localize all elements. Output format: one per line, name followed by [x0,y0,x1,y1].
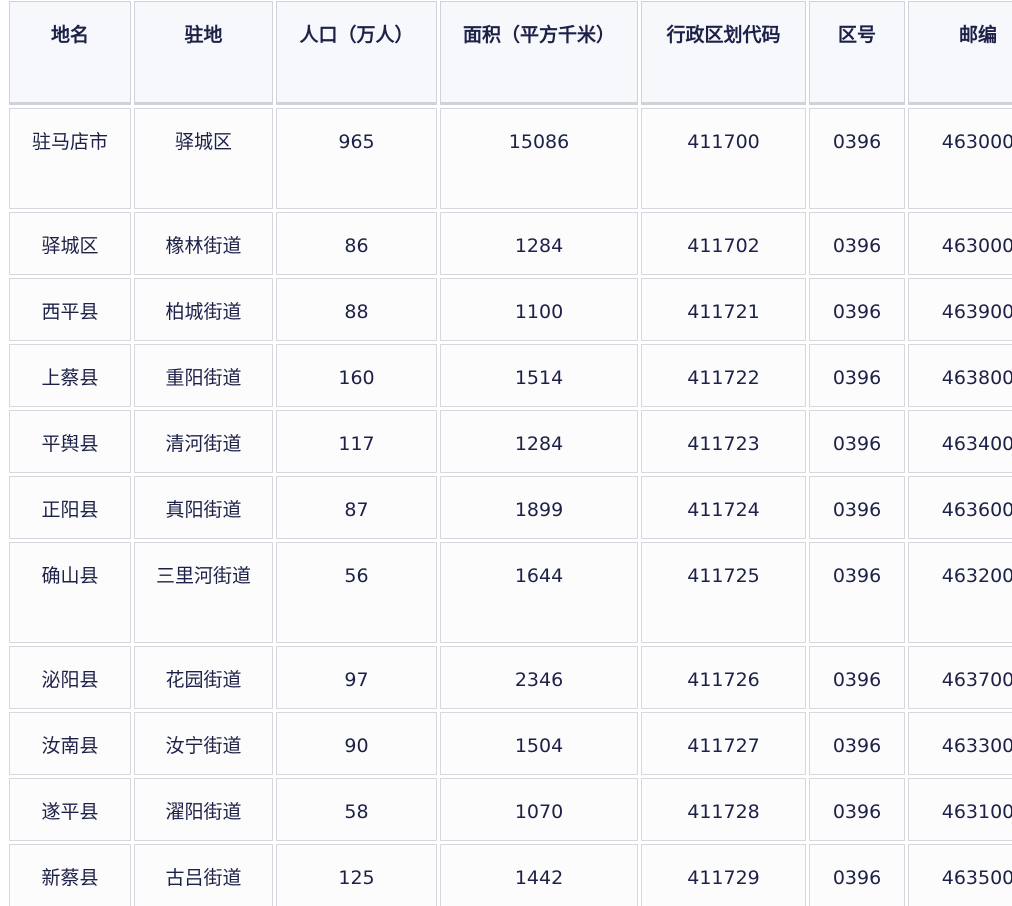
cell-population: 965 [276,108,437,209]
cell-postcode: 463600 [908,476,1012,539]
cell-population: 88 [276,278,437,341]
cell-population: 90 [276,712,437,775]
cell-seat: 三里河街道 [134,542,273,643]
table-row: 平舆县 清河街道 117 1284 411723 0396 463400 [9,410,1012,473]
table-row: 驿城区 橡林街道 86 1284 411702 0396 463000 [9,212,1012,275]
cell-seat: 真阳街道 [134,476,273,539]
data-table-container: 地名 驻地 人口（万人） 面积（平方千米） 行政区划代码 区号 邮编 驻马店市驿… [0,0,1012,906]
cell-division-code: 411724 [641,476,806,539]
cell-seat: 古吕街道 [134,844,273,906]
cell-area: 1644 [440,542,638,643]
header-area-code[interactable]: 区号 [809,1,905,105]
cell-area: 1070 [440,778,638,841]
cell-area: 1100 [440,278,638,341]
header-area[interactable]: 面积（平方千米） [440,1,638,105]
cell-area-code: 0396 [809,344,905,407]
cell-place-name: 西平县 [9,278,131,341]
cell-seat: 重阳街道 [134,344,273,407]
header-seat[interactable]: 驻地 [134,1,273,105]
table-row: 正阳县 真阳街道 87 1899 411724 0396 463600 [9,476,1012,539]
cell-seat: 濯阳街道 [134,778,273,841]
cell-seat: 橡林街道 [134,212,273,275]
cell-division-code: 411721 [641,278,806,341]
table-row: 西平县 柏城街道 88 1100 411721 0396 463900 [9,278,1012,341]
header-place-name[interactable]: 地名 [9,1,131,105]
cell-place-name: 驻马店市 [9,108,131,209]
cell-seat: 驿城区 [134,108,273,209]
cell-postcode: 463000 [908,212,1012,275]
cell-area: 2346 [440,646,638,709]
cell-division-code: 411700 [641,108,806,209]
table-row: 遂平县 濯阳街道 58 1070 411728 0396 463100 [9,778,1012,841]
cell-area: 1284 [440,410,638,473]
cell-division-code: 411702 [641,212,806,275]
cell-area-code: 0396 [809,778,905,841]
cell-division-code: 411728 [641,778,806,841]
table-row: 上蔡县 重阳街道 160 1514 411722 0396 463800 [9,344,1012,407]
cell-area: 1504 [440,712,638,775]
cell-postcode: 463500 [908,844,1012,906]
cell-population: 87 [276,476,437,539]
cell-area: 1514 [440,344,638,407]
cell-postcode: 463100 [908,778,1012,841]
cell-area-code: 0396 [809,646,905,709]
cell-population: 58 [276,778,437,841]
cell-area-code: 0396 [809,108,905,209]
cell-area: 1899 [440,476,638,539]
cell-division-code: 411726 [641,646,806,709]
cell-place-name: 泌阳县 [9,646,131,709]
cell-postcode: 463400 [908,410,1012,473]
cell-place-name: 遂平县 [9,778,131,841]
cell-division-code: 411723 [641,410,806,473]
cell-population: 160 [276,344,437,407]
cell-seat: 花园街道 [134,646,273,709]
header-postcode[interactable]: 邮编 [908,1,1012,105]
cell-area-code: 0396 [809,712,905,775]
cell-division-code: 411729 [641,844,806,906]
cell-postcode: 463800 [908,344,1012,407]
cell-place-name: 驿城区 [9,212,131,275]
cell-area: 1284 [440,212,638,275]
table-row: 泌阳县 花园街道 97 2346 411726 0396 463700 [9,646,1012,709]
cell-postcode: 463200 [908,542,1012,643]
cell-postcode: 463000 [908,108,1012,209]
cell-population: 56 [276,542,437,643]
cell-population: 125 [276,844,437,906]
cell-area-code: 0396 [809,212,905,275]
cell-division-code: 411727 [641,712,806,775]
cell-area: 15086 [440,108,638,209]
cell-place-name: 上蔡县 [9,344,131,407]
data-table: 地名 驻地 人口（万人） 面积（平方千米） 行政区划代码 区号 邮编 驻马店市驿… [6,0,1012,906]
cell-area-code: 0396 [809,844,905,906]
cell-area-code: 0396 [809,542,905,643]
cell-population: 86 [276,212,437,275]
cell-postcode: 463300 [908,712,1012,775]
cell-area-code: 0396 [809,476,905,539]
cell-place-name: 平舆县 [9,410,131,473]
cell-seat: 柏城街道 [134,278,273,341]
cell-postcode: 463700 [908,646,1012,709]
cell-area-code: 0396 [809,410,905,473]
table-row: 确山县 三里河街道 56 1644 411725 0396 463200 [9,542,1012,643]
cell-division-code: 411722 [641,344,806,407]
cell-place-name: 正阳县 [9,476,131,539]
table-row: 驻马店市 驿城区 965 15086 411700 0396 463000 [9,108,1012,209]
cell-postcode: 463900 [908,278,1012,341]
cell-seat: 汝宁街道 [134,712,273,775]
cell-seat: 清河街道 [134,410,273,473]
cell-place-name: 汝南县 [9,712,131,775]
header-population[interactable]: 人口（万人） [276,1,437,105]
table-header-row: 地名 驻地 人口（万人） 面积（平方千米） 行政区划代码 区号 邮编 [9,1,1012,105]
table-row: 新蔡县 古吕街道 125 1442 411729 0396 463500 [9,844,1012,906]
cell-place-name: 新蔡县 [9,844,131,906]
table-row: 汝南县 汝宁街道 90 1504 411727 0396 463300 [9,712,1012,775]
cell-division-code: 411725 [641,542,806,643]
cell-population: 97 [276,646,437,709]
cell-area: 1442 [440,844,638,906]
cell-area-code: 0396 [809,278,905,341]
cell-place-name: 确山县 [9,542,131,643]
cell-population: 117 [276,410,437,473]
header-division-code[interactable]: 行政区划代码 [641,1,806,105]
